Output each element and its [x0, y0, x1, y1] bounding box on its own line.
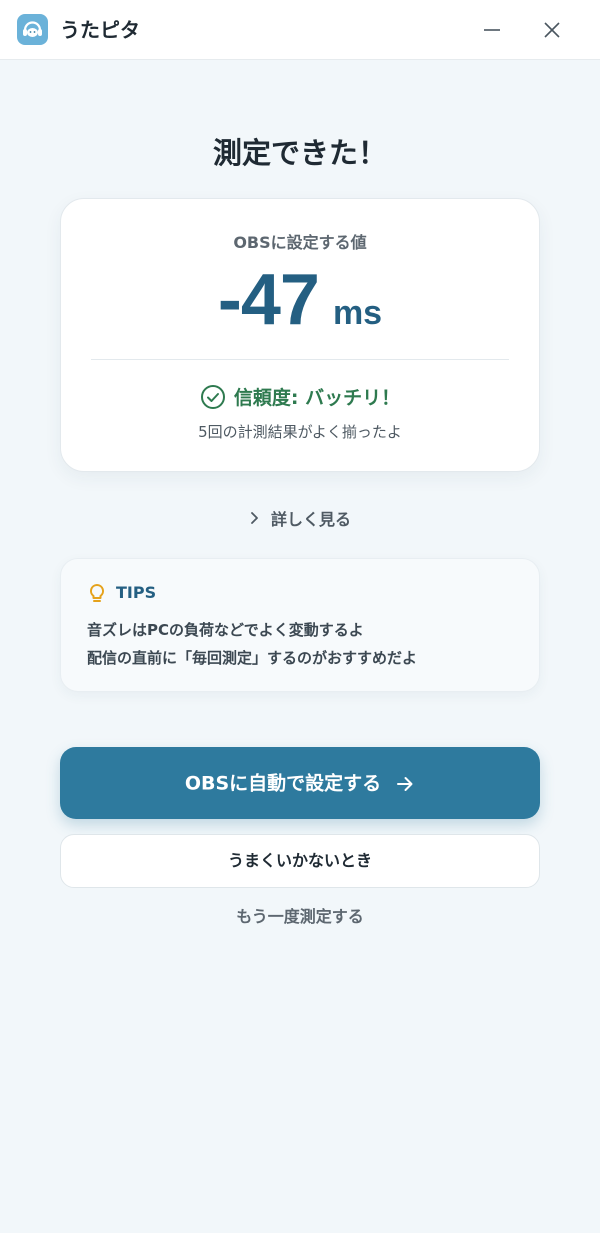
reliability-label: 信頼度: バッチリ！ [233, 387, 401, 409]
reliability-status: 信頼度: バッチリ！ [61, 383, 539, 410]
minimize-button[interactable] [477, 15, 507, 45]
obs-auto-set-button[interactable]: OBSに自動で設定する [60, 747, 540, 819]
remeasure-link[interactable]: もう一度測定する [0, 903, 600, 927]
tips-title: TIPS [116, 583, 157, 602]
arrow-right-icon [397, 776, 413, 791]
minimize-icon [484, 29, 500, 31]
latency-unit: ms [332, 294, 383, 332]
title-bar: うたピタ [0, 0, 600, 60]
lightbulb-icon [89, 583, 105, 602]
page-title: 測定できた！ [212, 136, 387, 170]
close-icon [544, 22, 560, 38]
tips-line: 音ズレはPCの負荷などでよく変動するよ [87, 621, 364, 639]
tips-line: 配信の直前に「毎回測定」するのがおすすめだよ [87, 649, 418, 667]
result-label: OBSに設定する値 [233, 233, 367, 252]
app-title: うたピタ [60, 18, 140, 42]
latency-number: -47 [217, 260, 320, 340]
card-divider [91, 359, 509, 360]
details-label: 詳しく見る [270, 510, 351, 529]
latency-value: -47 ms [61, 259, 539, 341]
result-card: OBSに設定する値 -47 ms 信頼度: バッチリ！ 5回の計測結果がよく揃った… [60, 198, 540, 472]
obs-auto-set-label: OBSに自動で設定する [184, 772, 382, 795]
details-toggle[interactable]: 詳しく見る [0, 506, 600, 530]
tips-card: TIPS 音ズレはPCの負荷などでよく変動するよ 配信の直前に「毎回測定」するの… [60, 558, 540, 692]
troubleshoot-button[interactable]: うまくいかないとき [60, 834, 540, 888]
reliability-description: 5回の計測結果がよく揃ったよ [198, 423, 402, 441]
close-button[interactable] [537, 15, 567, 45]
chevron-right-icon [251, 512, 258, 524]
headphone-mascot-icon [17, 14, 48, 45]
check-circle-icon [200, 384, 225, 409]
